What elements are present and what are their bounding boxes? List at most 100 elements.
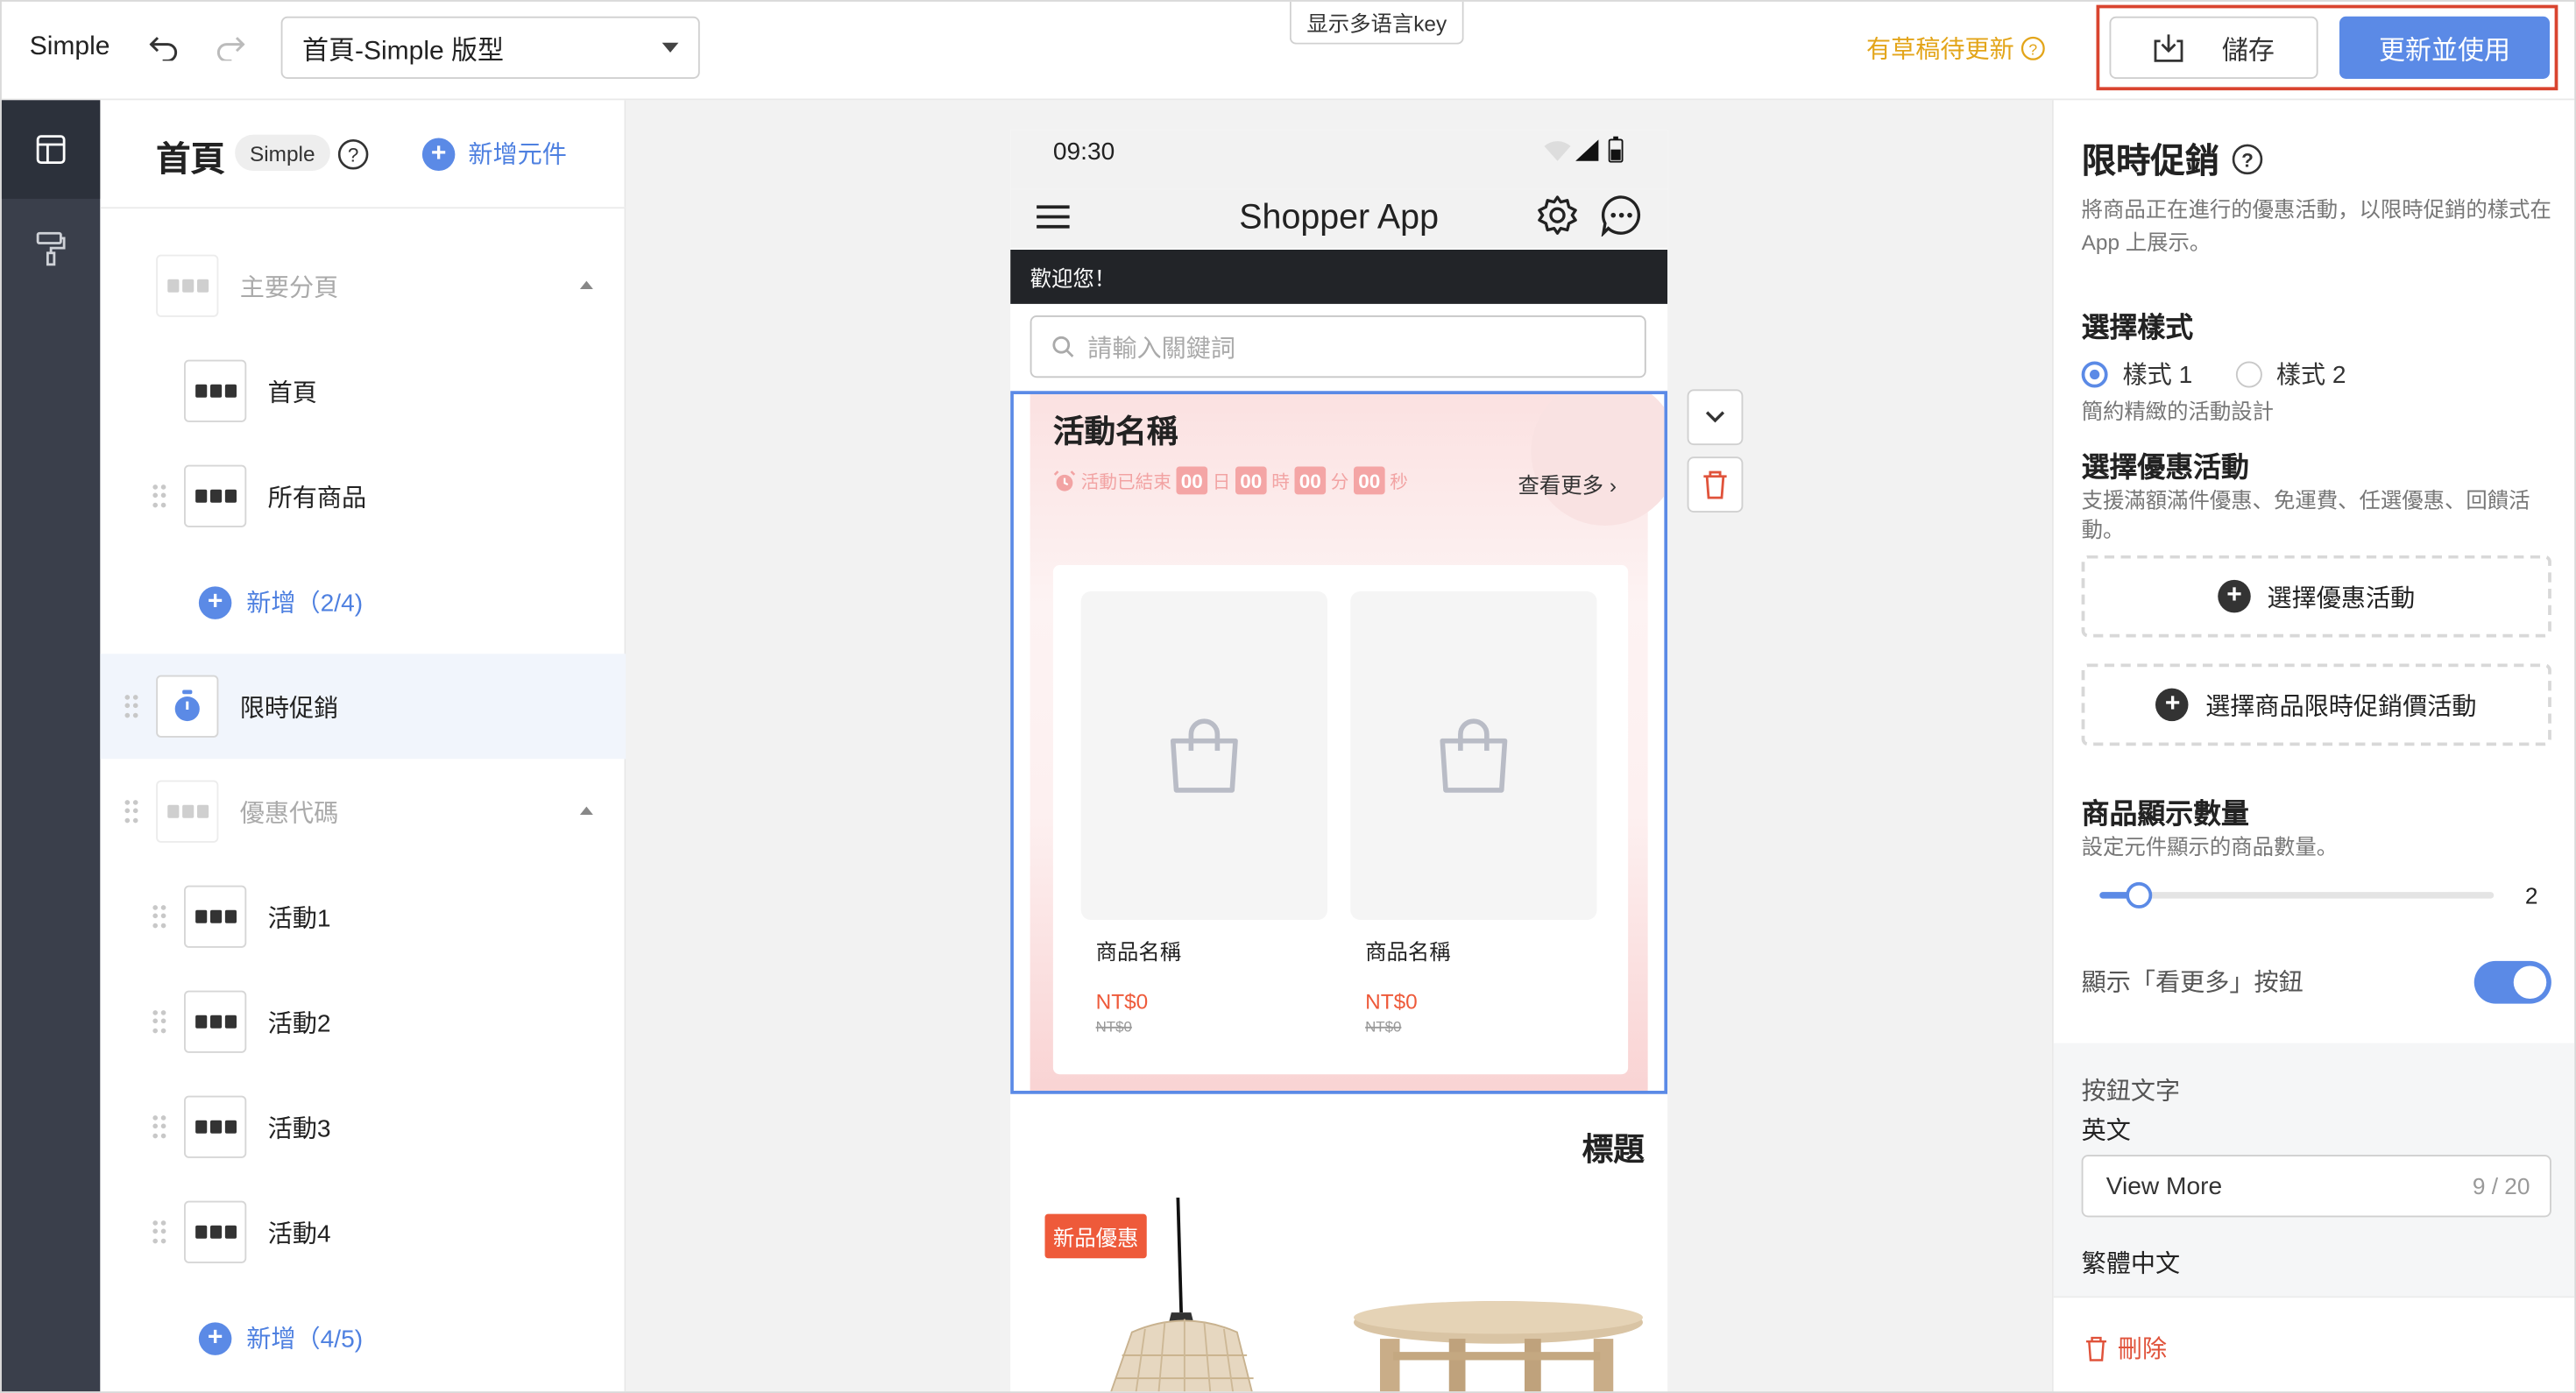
- rail-layout[interactable]: [1, 100, 101, 199]
- tree-group-coupon[interactable]: 優惠代碼: [100, 759, 626, 864]
- product-image: [1080, 591, 1327, 920]
- drag-handle-icon[interactable]: [152, 1010, 166, 1033]
- product-original-price: NT$0: [1365, 1018, 1402, 1036]
- panel-footer: 刪除: [2053, 1296, 2575, 1392]
- delete-block-button[interactable]: [1687, 456, 1744, 513]
- product-original-price: NT$0: [1095, 1018, 1132, 1036]
- undo-icon[interactable]: [145, 28, 184, 67]
- countdown-days: 00: [1176, 466, 1208, 495]
- see-more-toggle[interactable]: [2473, 960, 2551, 1004]
- english-button-text-input[interactable]: View More 9 / 20: [2081, 1155, 2551, 1218]
- day-unit: 日: [1212, 472, 1231, 492]
- drag-handle-icon[interactable]: [152, 484, 166, 507]
- tree-item-all-products[interactable]: 所有商品: [100, 443, 626, 548]
- countdown-seconds: 00: [1354, 466, 1385, 495]
- tree-group-main-tabs[interactable]: 主要分頁: [100, 233, 626, 338]
- add-event-button[interactable]: + 新增（4/5): [198, 1321, 363, 1355]
- show-i18n-key-button[interactable]: 显示多语言key: [1289, 1, 1464, 45]
- help-icon[interactable]: ?: [336, 138, 370, 172]
- zh-label: 繁體中文: [2081, 1249, 2181, 1278]
- block-icon: [184, 990, 247, 1053]
- tree-item-event-4[interactable]: 活動4: [100, 1179, 626, 1284]
- see-more-link[interactable]: 查看更多 ›: [1518, 468, 1617, 499]
- tree-item-label: 優惠代碼: [239, 800, 339, 828]
- settings-icon[interactable]: [1536, 194, 1579, 237]
- shopping-bag-icon: [1170, 718, 1238, 793]
- draft-pending-link[interactable]: 有草稿待更新 ?: [1866, 32, 2045, 66]
- app-window: Simple 首頁-Simple 版型 显示多语言key 有草稿待更新 ? 儲存…: [0, 0, 2576, 1393]
- save-label: 儲存: [2221, 38, 2275, 66]
- collapse-icon[interactable]: [579, 280, 593, 289]
- product-name: 商品名稱: [1365, 939, 1451, 965]
- block-icon: [184, 1095, 247, 1158]
- style-2-label: 樣式 2: [2275, 361, 2346, 390]
- add-component-button[interactable]: + 新增元件: [421, 137, 567, 171]
- shopping-bag-icon: [1440, 718, 1508, 793]
- trash-icon: [1703, 470, 1727, 499]
- block-icon: [184, 464, 247, 527]
- left-rail: [1, 100, 101, 1392]
- flash-sale-block[interactable]: 活動名稱 活動已結束 00 日 00 時 00 分 00 秒 查看更多 › 商品…: [1010, 391, 1668, 1094]
- page-title: 首頁: [156, 141, 225, 180]
- tree-item-label: 活動1: [267, 905, 331, 933]
- block-tools: [1687, 389, 1744, 524]
- drag-handle-icon[interactable]: [152, 1115, 166, 1138]
- panel-title-text: 限時促銷: [2081, 143, 2220, 181]
- tree-item-event-2[interactable]: 活動2: [100, 969, 626, 1074]
- product-price: NT$0: [1365, 988, 1418, 1014]
- product-card[interactable]: 商品名稱 NT$0 NT$0: [1080, 591, 1327, 1036]
- search-icon: [1052, 336, 1074, 357]
- tree-item-flash-sale[interactable]: 限時促銷: [100, 654, 626, 760]
- tree-item-label: 活動2: [267, 1010, 331, 1038]
- product-card[interactable]: 商品名稱 NT$0 NT$0: [1350, 591, 1597, 1036]
- tree-item-event-3[interactable]: 活動3: [100, 1074, 626, 1179]
- tree-item-home[interactable]: 首頁: [100, 338, 626, 443]
- status-bar: 09:30: [1010, 130, 1668, 189]
- signal-icon: [1575, 139, 1599, 161]
- chevron-down-icon: [1705, 411, 1725, 423]
- wifi-icon: [1544, 141, 1571, 161]
- drag-handle-icon[interactable]: [124, 695, 138, 718]
- plus-icon: +: [421, 137, 456, 171]
- style-2-radio[interactable]: [2234, 360, 2261, 387]
- template-select[interactable]: 首頁-Simple 版型: [280, 16, 700, 79]
- drag-handle-icon[interactable]: [124, 800, 138, 823]
- phone-search-input[interactable]: 請輸入關鍵詞: [1030, 315, 1646, 378]
- publish-button[interactable]: 更新並使用: [2339, 16, 2550, 79]
- redo-icon[interactable]: [210, 28, 250, 67]
- countdown-ended-label: 活動已結束: [1080, 472, 1171, 492]
- select-promo-button[interactable]: + 選擇優惠活動: [2081, 555, 2551, 638]
- svg-text:?: ?: [348, 145, 359, 166]
- select-flash-price-button[interactable]: + 選擇商品限時促銷價活動: [2081, 663, 2551, 746]
- count-description: 設定元件顯示的商品數量。: [2081, 834, 2339, 859]
- help-icon[interactable]: ?: [2231, 143, 2264, 176]
- panel-title: 限時促銷 ?: [2082, 135, 2264, 184]
- chevron-right-icon: ›: [1609, 473, 1617, 499]
- slider-handle[interactable]: [2126, 881, 2153, 909]
- promo-heading: 選擇優惠活動: [2081, 451, 2249, 484]
- rail-theme[interactable]: [2, 199, 101, 298]
- button-text-label: 按鈕文字: [2081, 1078, 2181, 1106]
- style-heading: 選擇樣式: [2081, 312, 2194, 343]
- timer-icon: [156, 675, 219, 738]
- add-tab-button[interactable]: + 新增（2/4): [198, 585, 363, 619]
- layout-icon: [36, 135, 66, 165]
- tree-item-label: 主要分頁: [239, 274, 339, 302]
- tree-item-label: 活動3: [267, 1115, 331, 1143]
- select-flash-price-label: 選擇商品限時促銷價活動: [2205, 692, 2477, 721]
- drag-handle-icon[interactable]: [152, 905, 166, 928]
- collapse-icon[interactable]: [579, 806, 593, 815]
- delete-button[interactable]: 刪除: [2084, 1331, 2167, 1365]
- count-slider[interactable]: [2099, 881, 2495, 909]
- app-name: Simple: [29, 32, 110, 61]
- move-down-button[interactable]: [1687, 389, 1744, 446]
- english-input-value: View More: [2105, 1171, 2223, 1200]
- drag-handle-icon[interactable]: [152, 1220, 166, 1243]
- phone-preview: 09:30 Shopper App 歡迎您！ 請輸入關鍵詞 活動名稱 活動已結束…: [1010, 130, 1668, 1392]
- style-1-radio[interactable]: [2081, 360, 2108, 387]
- save-button[interactable]: 儲存: [2109, 16, 2318, 79]
- tree-item-event-1[interactable]: 活動1: [100, 864, 626, 969]
- style-1-label: 樣式 1: [2122, 361, 2193, 390]
- battery-icon: [1608, 136, 1624, 163]
- chat-icon[interactable]: [1600, 194, 1643, 237]
